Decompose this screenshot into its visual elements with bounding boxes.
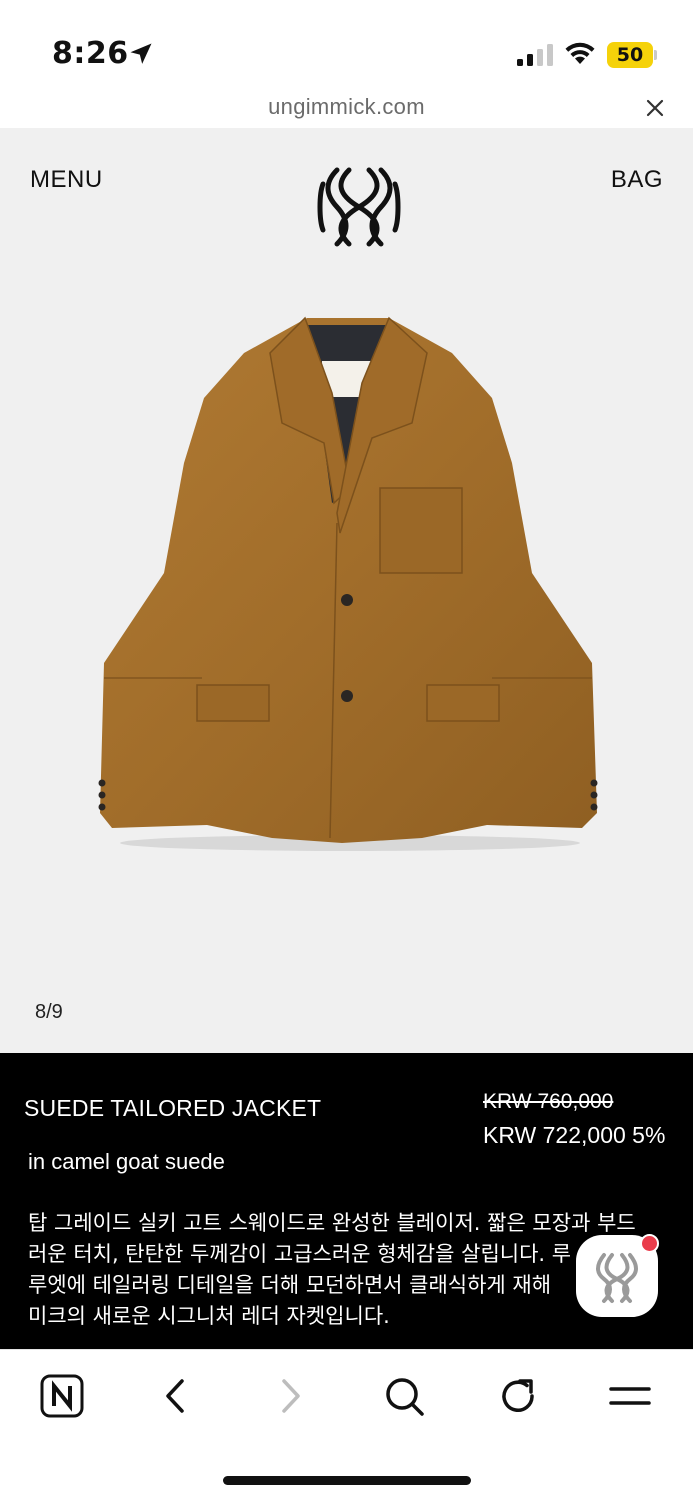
menu-button-toolbar[interactable] [606, 1372, 654, 1420]
battery-tip [654, 50, 657, 60]
description-line: 러운 터치, 탄탄한 두께감이 고급스러운 형체감을 살립니다. 루 [28, 1242, 572, 1266]
forward-arrow-icon[interactable] [270, 1376, 310, 1416]
menu-icon[interactable] [608, 1374, 652, 1418]
browser-toolbar [0, 1349, 693, 1500]
search-icon[interactable] [382, 1374, 426, 1418]
product-viewer[interactable]: MENU BAG 8/9 [0, 128, 693, 1053]
refresh-button[interactable] [494, 1372, 542, 1420]
description-line: 루엣에 테일러링 디테일을 더해 모던하면서 클래식하게 재해 [28, 1273, 552, 1297]
location-arrow-icon [130, 43, 152, 64]
brand-logo-icon[interactable] [315, 164, 403, 250]
image-counter: 8/9 [35, 1001, 63, 1023]
back-button[interactable] [152, 1372, 200, 1420]
back-arrow-icon[interactable] [156, 1376, 196, 1416]
suede-jacket-image[interactable] [92, 313, 604, 853]
original-price: KRW 760,000 [483, 1090, 614, 1113]
product-name: SUEDE TAILORED JACKET [24, 1095, 322, 1121]
close-icon[interactable] [640, 96, 670, 120]
product-variant: in camel goat suede [28, 1149, 225, 1174]
wifi-icon [565, 42, 595, 64]
search-button[interactable] [380, 1372, 428, 1420]
home-indicator [223, 1476, 471, 1485]
bag-button[interactable]: BAG [611, 166, 663, 194]
battery-level: 50 [616, 44, 644, 66]
status-time: 8:26 [52, 36, 129, 71]
description-line: 탑 그레이드 실키 고트 스웨이드로 완성한 블레이저. 짧은 모장과 부드 [28, 1211, 636, 1235]
battery-icon: 50 [607, 42, 657, 68]
forward-button[interactable] [266, 1372, 314, 1420]
url-bar[interactable]: ungimmick.com [0, 88, 693, 128]
sale-price: KRW 722,000 5% [483, 1122, 666, 1148]
naver-home-icon[interactable] [39, 1373, 85, 1419]
product-description: 탑 그레이드 실키 고트 스웨이드로 완성한 블레이저. 짧은 모장과 부드 러… [28, 1208, 668, 1332]
notification-badge [640, 1234, 659, 1253]
description-line: 미크의 새로운 시그니처 레더 자켓입니다. [28, 1304, 390, 1328]
signal-icon [517, 44, 553, 66]
url-text[interactable]: ungimmick.com [0, 94, 693, 120]
refresh-icon[interactable] [496, 1374, 540, 1418]
product-info-panel: SUEDE TAILORED JACKET KRW 760,000 KRW 72… [0, 1053, 693, 1349]
menu-button[interactable]: MENU [30, 166, 103, 194]
status-bar: 8:26 50 [0, 0, 693, 92]
naver-home-button[interactable] [38, 1372, 86, 1420]
